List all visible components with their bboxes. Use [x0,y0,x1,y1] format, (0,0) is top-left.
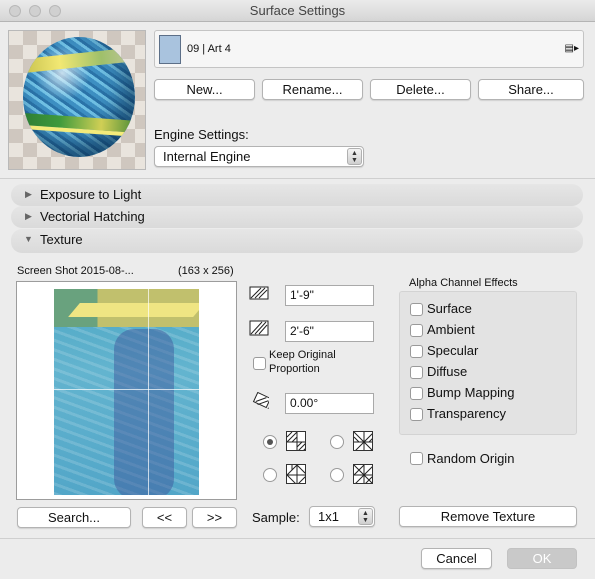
alpha-channel-group: Surface Ambient Specular Diffuse Bump Ma… [399,291,577,435]
engine-select[interactable]: Internal Engine ▲ ▼ [154,146,364,167]
separator [0,538,595,539]
engine-value: Internal Engine [163,149,251,164]
texture-height-field[interactable]: 2'-6" [285,321,374,342]
material-swatch [159,35,181,64]
disclosure-down-icon: ▼ [24,234,33,244]
pattern-mirror-xy-icon [353,464,373,484]
section-label: Vectorial Hatching [40,209,145,224]
separator [0,178,595,179]
pattern-radio-4[interactable] [330,468,344,482]
material-selector[interactable]: 09 | Art 4 ▤▸ [154,30,584,68]
random-origin-checkbox[interactable] [410,452,423,465]
material-preview [8,30,146,170]
section-label: Exposure to Light [40,187,142,202]
popup-arrow-icon[interactable]: ▤▸ [565,43,579,54]
diffuse-checkbox[interactable] [410,366,423,379]
random-origin-label: Random Origin [427,451,515,466]
keep-proportion-checkbox[interactable] [253,357,266,370]
zoom-window-icon[interactable] [49,5,61,17]
engine-settings-label: Engine Settings: [154,127,249,142]
texture-height-icon [249,320,269,336]
pattern-radio-2[interactable] [330,435,344,449]
alpha-channel-title: Alpha Channel Effects [409,277,518,289]
texture-size: (163 x 256) [178,265,234,277]
texture-image [54,289,199,495]
ok-button[interactable]: OK [507,548,577,569]
minimize-window-icon[interactable] [29,5,41,17]
stepper-icon: ▲ ▼ [347,148,362,165]
preview-sphere [23,37,135,157]
disclosure-right-icon: ▶ [25,189,32,199]
section-label: Texture [40,232,83,247]
pattern-mirror-y-icon [286,464,306,484]
pattern-mirror-none-icon [286,431,306,451]
keep-proportion-label-2: Proportion [269,363,320,375]
rotation-angle-icon: α [252,392,269,409]
specular-checkbox[interactable] [410,345,423,358]
texture-filename: Screen Shot 2015-08-... [17,265,134,277]
previous-texture-button[interactable]: << [142,507,187,528]
title-bar: Surface Settings [0,0,595,22]
sample-value: 1x1 [318,509,339,524]
texture-width-icon [249,286,269,300]
sample-select[interactable]: 1x1 ▲ ▼ [309,506,375,527]
delete-button[interactable]: Delete... [370,79,471,100]
section-texture[interactable]: ▼ Texture [11,229,583,253]
section-exposure-to-light[interactable]: ▶ Exposure to Light [11,184,583,206]
next-texture-button[interactable]: >> [192,507,237,528]
surface-settings-window: Surface Settings 09 | Art 4 ▤▸ New... Re… [0,0,595,579]
remove-texture-button[interactable]: Remove Texture [399,506,577,527]
specular-label: Specular [427,343,479,358]
pattern-mirror-x-icon [353,431,373,451]
ambient-label: Ambient [427,322,475,337]
bump-mapping-label: Bump Mapping [427,385,515,400]
texture-preview [16,281,237,500]
material-name: 09 | Art 4 [187,43,231,55]
svg-text:α: α [267,405,269,409]
transparency-checkbox[interactable] [410,408,423,421]
surface-label: Surface [427,301,472,316]
rotation-angle-field[interactable]: 0.00° [285,393,374,414]
stepper-icon: ▲ ▼ [358,508,373,525]
pattern-radio-3[interactable] [263,468,277,482]
search-button[interactable]: Search... [17,507,131,528]
rename-button[interactable]: Rename... [262,79,363,100]
window-title: Surface Settings [249,3,346,18]
diffuse-label: Diffuse [427,364,468,379]
keep-proportion-label-1: Keep Original [269,349,336,361]
pattern-radio-1[interactable] [263,435,277,449]
surface-checkbox[interactable] [410,303,423,316]
share-button[interactable]: Share... [478,79,584,100]
section-vectorial-hatching[interactable]: ▶ Vectorial Hatching [11,206,583,228]
disclosure-right-icon: ▶ [25,211,32,221]
texture-width-field[interactable]: 1'-9" [285,285,374,306]
ambient-checkbox[interactable] [410,324,423,337]
bump-mapping-checkbox[interactable] [410,387,423,400]
transparency-label: Transparency [427,406,506,421]
close-window-icon[interactable] [9,5,21,17]
sample-label: Sample: [252,510,300,525]
cancel-button[interactable]: Cancel [421,548,492,569]
new-button[interactable]: New... [154,79,255,100]
